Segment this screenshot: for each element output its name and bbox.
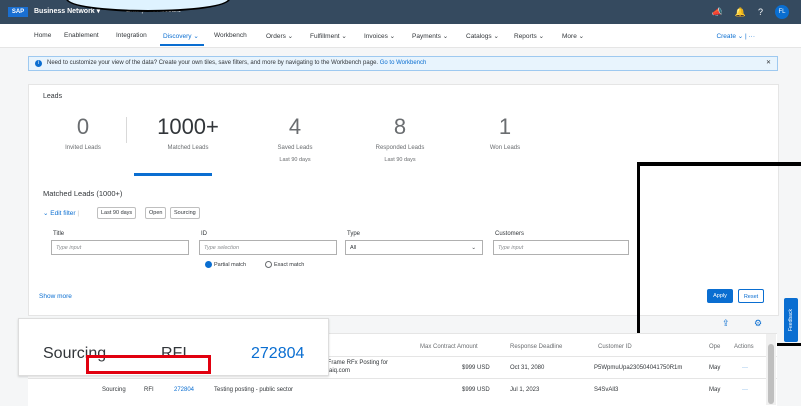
col-deadline[interactable]: Response Deadline xyxy=(510,344,562,350)
nav-workbench[interactable]: Workbench xyxy=(214,32,247,39)
stat-saved[interactable]: 4 Saved Leads Last 90 days xyxy=(265,115,325,164)
chevron-down-icon: ⌄ xyxy=(471,245,476,251)
nav-fulfillment[interactable]: Fulfillment ⌄ xyxy=(310,32,347,40)
type-select[interactable]: All ⌄ xyxy=(345,240,483,255)
nav-integration[interactable]: Integration xyxy=(116,32,147,39)
title-label: Title xyxy=(53,231,65,237)
stat-responded[interactable]: 8 Responded Leads Last 90 days xyxy=(365,115,435,164)
customers-input[interactable]: Type input xyxy=(493,240,629,255)
leads-title: Leads xyxy=(43,93,63,100)
col-actions: Actions xyxy=(734,344,754,350)
matched-leads-title: Matched Leads (1000+) xyxy=(43,189,123,198)
row-actions-button[interactable]: ··· xyxy=(742,365,748,371)
col-amount[interactable]: Max Contract Amount xyxy=(420,344,478,350)
nav-home[interactable]: Home xyxy=(34,32,51,39)
stat-won[interactable]: 1 Won Leads xyxy=(475,115,535,152)
info-icon: i xyxy=(35,60,42,67)
top-icons: 📣 🔔 ? FL xyxy=(712,5,789,19)
close-icon[interactable]: ✕ xyxy=(766,57,771,70)
scroll-thumb[interactable] xyxy=(768,344,774,404)
annotation-rectangle xyxy=(637,162,801,346)
nav-invoices[interactable]: Invoices ⌄ xyxy=(364,32,395,40)
avatar[interactable]: FL xyxy=(775,5,789,19)
table-row[interactable]: Sourcing RFI 272804 Testing posting - pu… xyxy=(28,378,777,401)
lead-id-link[interactable]: 272804 xyxy=(174,387,194,393)
customers-label: Customers xyxy=(495,231,525,237)
matched-tab-indicator xyxy=(134,173,212,176)
feedback-tab[interactable]: Feedback xyxy=(784,298,798,342)
nav-enablement[interactable]: Enablement xyxy=(64,32,99,39)
nav-discovery[interactable]: Discovery ⌄ xyxy=(163,32,199,40)
chip-last-90-days[interactable]: Last 90 days xyxy=(97,207,137,219)
id-label: ID xyxy=(201,231,207,237)
go-to-workbench-link[interactable]: Go to Workbench xyxy=(380,60,427,66)
col-customer-id[interactable]: Customer ID xyxy=(598,344,632,350)
chip-open[interactable]: Open xyxy=(145,207,167,219)
highlight-box xyxy=(86,355,211,374)
help-icon[interactable]: ? xyxy=(758,7,763,17)
info-text: Need to customize your view of the data?… xyxy=(47,60,427,66)
nav-active-indicator xyxy=(160,44,204,46)
table-scrollbar[interactable] xyxy=(766,334,776,405)
chip-sourcing[interactable]: Sourcing xyxy=(170,207,200,219)
megaphone-icon[interactable]: 📣 xyxy=(712,7,723,18)
stat-invited[interactable]: 0 Invited Leads xyxy=(53,115,113,152)
row-actions-button[interactable]: ··· xyxy=(742,387,748,393)
nav-reports[interactable]: Reports ⌄ xyxy=(514,32,544,40)
nav-more[interactable]: More ⌄ xyxy=(562,32,584,40)
divider xyxy=(126,117,127,143)
nav-orders[interactable]: Orders ⌄ xyxy=(266,32,293,40)
zoom-id: 272804 xyxy=(251,345,305,362)
nav-payments[interactable]: Payments ⌄ xyxy=(412,32,448,40)
type-label: Type xyxy=(347,231,361,237)
exact-match-radio[interactable]: Exact match xyxy=(265,261,304,268)
title-input[interactable]: Type input xyxy=(51,240,189,255)
show-more-link[interactable]: Show more xyxy=(39,293,72,300)
bell-icon[interactable]: 🔔 xyxy=(735,7,746,18)
nav-catalogs[interactable]: Catalogs ⌄ xyxy=(466,32,499,40)
edit-filter-link[interactable]: ⌄ Edit filter | xyxy=(43,209,79,217)
info-banner: i Need to customize your view of the dat… xyxy=(28,56,778,71)
main-nav: Home Enablement Integration Discovery ⌄ … xyxy=(0,24,801,48)
sap-logo[interactable]: SAP xyxy=(8,7,28,17)
create-button[interactable]: Create ⌄ | ··· xyxy=(716,32,755,40)
stat-matched[interactable]: 1000+ Matched Leads xyxy=(147,115,229,152)
settings-icon[interactable]: ⚙ xyxy=(754,318,762,329)
partial-match-radio[interactable]: Partial match xyxy=(205,261,246,268)
export-icon[interactable]: ⇪ xyxy=(722,318,730,329)
col-ope[interactable]: Ope xyxy=(709,344,720,350)
id-input[interactable]: Type selection xyxy=(199,240,337,255)
